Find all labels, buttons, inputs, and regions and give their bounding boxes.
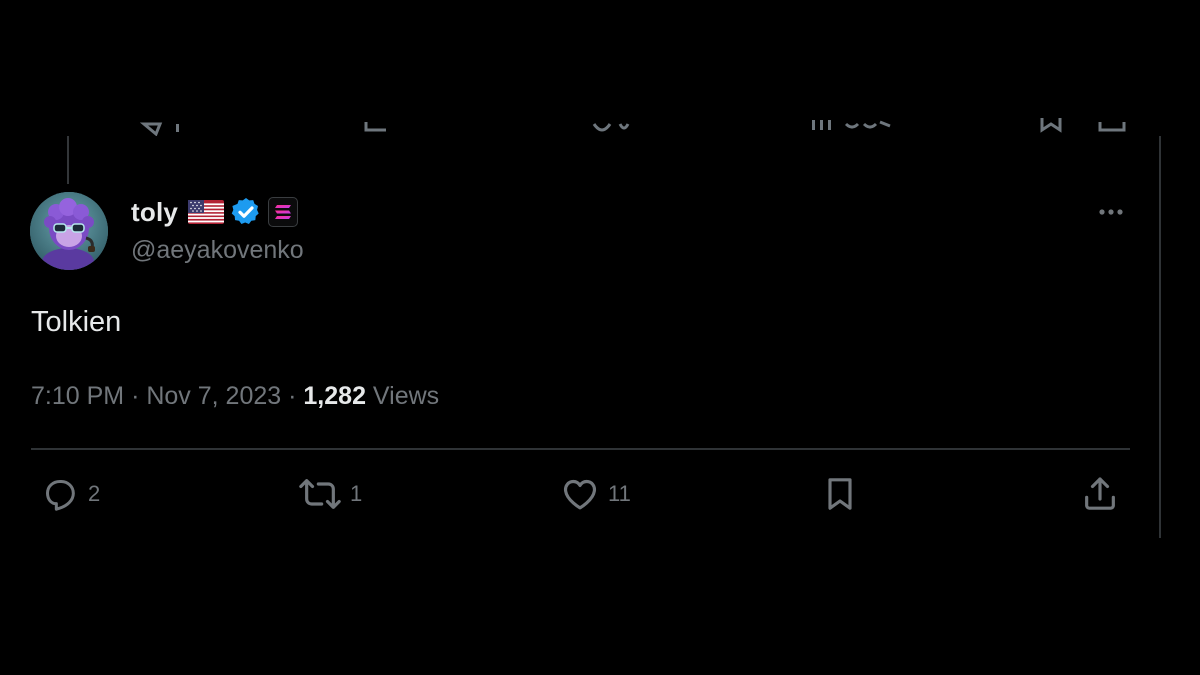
like-count: 11 bbox=[608, 481, 631, 506]
tweet-detail-view: toly @aeyakovenko Tolkien 7:10 PM · Nov … bbox=[0, 0, 1200, 675]
heart-icon bbox=[563, 479, 597, 510]
timeline-column-border bbox=[1159, 136, 1161, 538]
author-name-row: toly bbox=[131, 195, 299, 229]
display-name[interactable]: toly bbox=[131, 197, 178, 228]
author-handle[interactable]: @aeyakovenko bbox=[131, 236, 304, 265]
bookmark-icon bbox=[828, 478, 852, 510]
prev-repost-icon bbox=[362, 118, 392, 136]
reply-button[interactable]: 2 bbox=[40, 474, 100, 514]
thread-connector-line bbox=[67, 136, 69, 184]
prev-views-icon bbox=[810, 118, 894, 136]
prev-like-icon bbox=[590, 118, 636, 136]
meta-separator: · bbox=[288, 382, 297, 410]
repost-icon bbox=[299, 479, 341, 509]
solana-logo-icon[interactable] bbox=[268, 197, 299, 227]
divider bbox=[31, 448, 1130, 450]
like-button[interactable]: 11 bbox=[560, 474, 631, 514]
prev-bookmark-icon bbox=[1038, 118, 1068, 136]
more-options-icon[interactable] bbox=[1096, 200, 1128, 224]
bookmark-button[interactable] bbox=[820, 474, 860, 514]
previous-tweet-actions-cutoff bbox=[0, 118, 1200, 136]
views-count: 1,282 bbox=[303, 382, 366, 410]
meta-separator: · bbox=[131, 382, 140, 410]
repost-button[interactable]: 1 bbox=[298, 474, 362, 514]
tweet-meta: 7:10 PM · Nov 7, 2023 · 1,282 Views bbox=[31, 382, 439, 411]
repost-count: 1 bbox=[350, 481, 363, 506]
us-flag-icon bbox=[188, 200, 225, 224]
avatar-image bbox=[30, 192, 108, 270]
share-icon bbox=[1085, 477, 1115, 510]
avatar[interactable] bbox=[30, 192, 108, 270]
reply-icon bbox=[46, 480, 75, 511]
prev-reply-icon bbox=[139, 118, 186, 136]
verified-badge-icon[interactable] bbox=[230, 196, 262, 228]
tweet-time[interactable]: 7:10 PM bbox=[31, 382, 124, 410]
share-button[interactable] bbox=[1080, 474, 1120, 514]
tweet-text: Tolkien bbox=[31, 306, 122, 338]
reply-count: 2 bbox=[88, 481, 101, 506]
prev-share-icon bbox=[1098, 118, 1128, 136]
tweet-date[interactable]: Nov 7, 2023 bbox=[146, 382, 281, 410]
views-label: Views bbox=[372, 382, 440, 410]
